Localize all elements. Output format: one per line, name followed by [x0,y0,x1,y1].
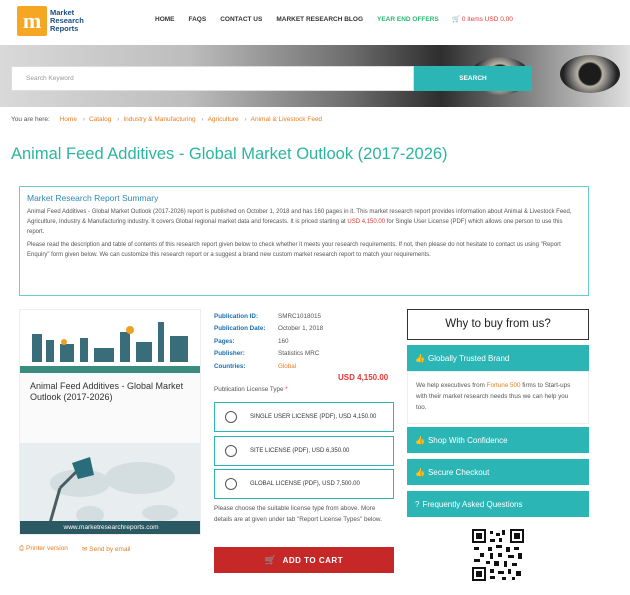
add-to-cart-button[interactable]: 🛒 ADD TO CART [214,547,394,573]
license-option-site[interactable]: SITE LICENSE (PDF), USD 6,350.00 [214,436,394,466]
thumbs-up-icon: 👍 [415,435,425,445]
report-summary: Market Research Report Summary Animal Fe… [19,186,589,296]
detail-value: 160 [278,337,289,345]
summary-price: USD 4,150.00 [347,219,386,225]
radio-button[interactable] [225,478,237,490]
trusted-brand-body: We help executives from Fortune 500 firm… [407,371,589,424]
email-icon: ✉ [82,546,88,553]
detail-row: Pages: 160 [214,336,323,348]
detail-key: Countries: [214,362,246,370]
email-label: Send by email [89,546,131,553]
report-price: USD 4,150.00 [338,373,389,382]
breadcrumb-livestock-feed[interactable]: Animal & Livestock Feed [251,116,323,123]
breadcrumb-sep: › [117,116,120,123]
faq-label: Frequently Asked Questions [422,499,523,509]
license-type-text: Publication License Type [214,386,284,393]
search-button[interactable]: SEARCH [414,66,532,91]
detail-value: SMRC1018015 [278,313,322,320]
detail-key: Publication ID: [214,313,259,320]
thumbs-up-icon: 👍 [415,353,425,363]
nav-year-end-offers[interactable]: YEAR END OFFERS [377,16,439,23]
logo-text: Market Research Reports [50,9,84,33]
page-title: Animal Feed Additives - Global Market Ou… [11,145,448,163]
thumbs-up-icon: 👍 [415,467,425,477]
license-option-global[interactable]: GLOBAL LICENSE (PDF), USD 7,500.00 [214,469,394,499]
cover-url: www.marketresearchreports.com [20,521,200,534]
site-logo[interactable]: m Market Research Reports [17,4,95,38]
cover-band [20,366,200,373]
cover-title: Animal Feed Additives - Global Market Ou… [20,373,200,443]
secure-checkout-tab[interactable]: 👍 Secure Checkout [407,459,589,485]
nav-blog[interactable]: MARKET RESEARCH BLOG [276,16,363,23]
detail-row: Publisher: Statistics MRC [214,348,323,360]
nav-contact[interactable]: CONTACT US [220,16,262,23]
detail-value: October 1, 2018 [278,325,324,333]
detail-key: Pages: [214,337,235,345]
nav-faqs[interactable]: FAQS [189,16,207,23]
shop-with-confidence-tab[interactable]: 👍 Shop With Confidence [407,427,589,453]
trusted-label: Globally Trusted Brand [427,353,510,363]
search-input[interactable]: Search Keyword [11,66,414,91]
breadcrumb-sep: › [201,116,204,123]
detail-row: Countries: Global [214,361,323,373]
breadcrumb-sep: › [82,116,85,123]
add-to-cart-label: ADD TO CART [282,555,344,565]
logo-text-line: Reports [50,24,79,33]
cart-summary[interactable]: 🛒 0 items USD 0.00 [452,15,513,23]
detail-value-link[interactable]: Global [278,361,296,373]
cover-illustration [20,310,200,366]
radio-button[interactable] [225,411,237,423]
license-label: SITE LICENSE (PDF), USD 6,350.00 [250,448,350,454]
breadcrumb-sep: › [244,116,247,123]
breadcrumb-home[interactable]: Home [60,116,77,123]
question-icon: ? [415,499,420,509]
detail-value: Statistics MRC [278,350,320,358]
license-type-label: Publication License Type * [214,386,288,393]
license-option-single[interactable]: SINGLE USER LICENSE (PDF), USD 4,150.00 [214,402,394,432]
cart-icon: 🛒 [452,16,461,23]
summary-paragraph-1: Animal Feed Additives - Global Market Ou… [27,207,581,237]
why-buy-heading: Why to buy from us? [407,309,589,340]
detail-row: Publication Date: October 1, 2018 [214,323,323,335]
print-icon: ⎙ [19,545,25,552]
summary-heading: Market Research Report Summary [27,193,159,203]
nav-home[interactable]: HOME [155,16,175,23]
globally-trusted-brand-tab[interactable]: 👍 Globally Trusted Brand [407,345,589,371]
send-by-email-link[interactable]: ✉ Send by email [82,545,130,553]
main-nav: HOME FAQS CONTACT US MARKET RESEARCH BLO… [155,16,453,23]
radio-button[interactable] [225,445,237,457]
faq-tab[interactable]: ? Frequently Asked Questions [407,491,589,517]
printer-version-link[interactable]: ⎙ Printer version [19,545,68,553]
secure-label: Secure Checkout [427,467,490,477]
qr-code [472,529,524,581]
breadcrumb: You are here: Home › Catalog › Industry & … [11,116,322,123]
print-label: Printer version [26,545,68,552]
banner-eye-right [560,55,620,93]
trust-text: We help executives from [416,382,487,389]
detail-key: Publisher: [214,350,245,358]
cart-icon: 🛒 [264,554,277,565]
breadcrumb-industry[interactable]: Industry & Manufacturing [123,116,195,123]
breadcrumb-prefix: You are here: [11,116,50,123]
detail-key: Publication Date: [214,325,266,333]
fortune-500-link[interactable]: Fortune 500 [487,382,521,389]
license-label: GLOBAL LICENSE (PDF), USD 7,500.00 [250,481,360,487]
report-cover-image: Animal Feed Additives - Global Market Ou… [19,309,201,535]
required-mark: * [285,386,288,393]
breadcrumb-agriculture[interactable]: Agriculture [208,116,239,123]
shop-label: Shop With Confidence [427,435,508,445]
logo-mark: m [17,6,47,36]
summary-paragraph-2: Please read the description and table of… [27,242,561,258]
license-note: Please choose the suitable license type … [214,505,382,523]
report-details: Publication ID: SMRC1018015 Publication D… [214,311,323,373]
cart-text: 0 items USD 0.00 [461,16,513,23]
detail-row: Publication ID: SMRC1018015 [214,311,323,323]
license-label: SINGLE USER LICENSE (PDF), USD 4,150.00 [250,414,377,420]
breadcrumb-catalog[interactable]: Catalog [89,116,111,123]
